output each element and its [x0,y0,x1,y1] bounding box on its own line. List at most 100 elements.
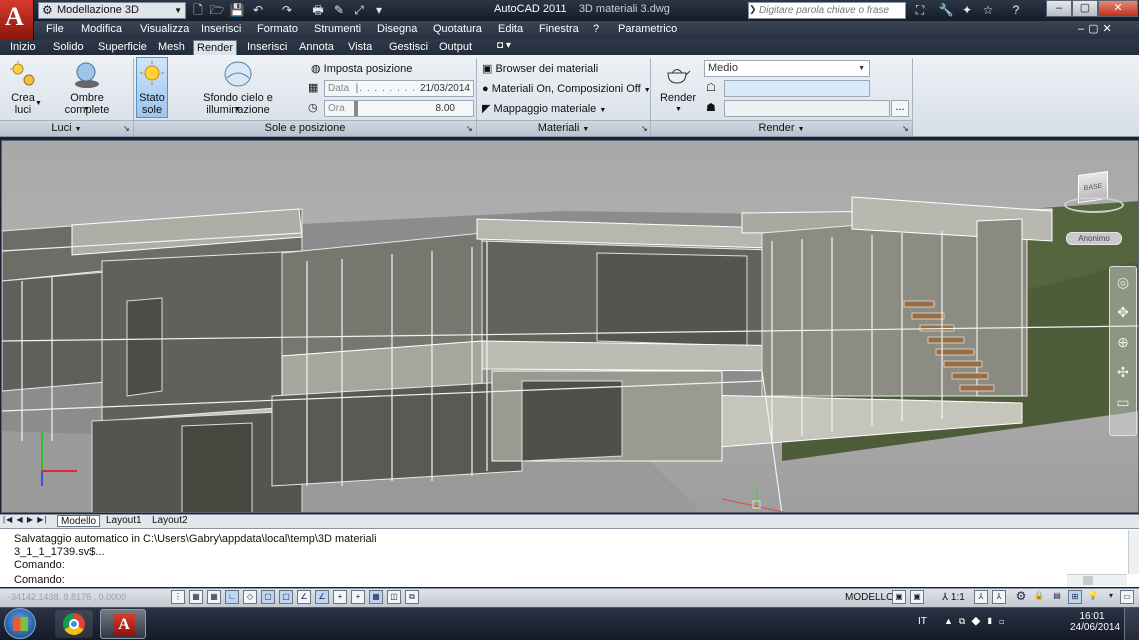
menu-file[interactable]: File [46,23,64,35]
customize-icon[interactable]: ▾ [371,2,387,18]
tab-modello[interactable]: Modello [57,515,101,527]
tab-inizio[interactable]: Inizio [7,40,39,55]
browse-button[interactable]: ... [891,100,909,117]
save-icon[interactable]: 💾 [229,2,245,18]
menu-edita[interactable]: Edita [498,23,523,35]
otrack-toggle-icon[interactable]: ▢ [279,590,293,604]
minimize-button[interactable]: – [1046,0,1072,17]
materials-browser-button[interactable]: ▣ Browser dei materiali [482,60,598,78]
navigation-bar[interactable]: ◎ ✥ ⊕ ✣ ▭ [1109,266,1137,436]
date-slider[interactable]: Data |. . . . . . . . . 21/03/2014 [324,80,474,97]
model-space-button[interactable]: MODELLO [845,592,894,603]
auto-scale-icon[interactable]: ⅄ [992,590,1006,604]
layout-nav-arrows[interactable]: |◀ ◀ ▶ ▶| [3,515,47,524]
help-icon[interactable]: ? [1006,1,1026,19]
annotation-visibility-icon[interactable]: ⅄ [974,590,988,604]
document-window-controls[interactable]: –▢✕ [1078,22,1116,35]
search-input[interactable]: ❯ Digitare parola chiave o frase [748,2,906,19]
system-tray-icons[interactable]: ▲⧉◆▮◻ [944,616,1010,627]
isolate-objects-icon[interactable]: ⊞ [1068,590,1082,604]
render-button[interactable]: Render [658,92,698,104]
menu-visualizza[interactable]: Visualizza [140,23,189,35]
status-options-icon[interactable]: ▾ [1104,590,1118,604]
time-slider-thumb[interactable] [354,101,358,116]
tab-layout2[interactable]: Layout2 [149,515,191,527]
hardware-accel-icon[interactable]: ▤ [1050,590,1064,604]
tab-render[interactable]: Render [193,40,238,55]
menu-finestra[interactable]: Finestra [539,23,579,35]
coordinate-readout[interactable]: -34142.1438, 9.8176 , 0.0000 [8,592,126,602]
tab-output[interactable]: Output [436,40,475,55]
menu-parametrico[interactable]: Parametrico [618,23,677,35]
binoculars-icon[interactable]: ⛶ [910,1,930,19]
quick-view-layouts-icon[interactable]: ▣ [892,590,906,604]
panel-sole-bar[interactable]: Sole e posizione [134,120,476,136]
sc-toggle-icon[interactable]: ◫ [387,590,401,604]
redo-icon[interactable]: ↷ [279,2,295,18]
tab-vista[interactable]: Vista [345,40,375,55]
workspace-switch-icon[interactable]: ⚙ [1014,590,1028,604]
satellite-icon[interactable]: ✦ [957,1,977,19]
lineweight-toggle-icon[interactable]: + [333,590,347,604]
start-button[interactable] [4,608,36,639]
taskbar-autocad[interactable]: A [100,609,146,639]
grid-toggle-icon[interactable]: ▦ [189,590,203,604]
tab-solido[interactable]: Solido [50,40,87,55]
command-scrollbar[interactable] [1128,530,1139,574]
panel-launcher-icon[interactable]: ↘ [466,124,473,133]
create-lights-button[interactable]: Crea luci [9,92,37,116]
menu-modifica[interactable]: Modifica [81,23,122,35]
annotation-scale[interactable]: ⅄ 1:1 [942,592,965,603]
command-prompt-input[interactable]: Comando: [14,574,1074,587]
render-quality-select[interactable]: Medio ▼ [704,60,870,77]
am-toggle-icon[interactable]: ⧉ [405,590,419,604]
time-slider[interactable]: Ora 8.00 [324,100,474,117]
ortho-toggle-icon[interactable]: ▦ [207,590,221,604]
panel-materiali-bar[interactable]: Materiali ▼ [477,120,650,136]
maximize-button[interactable]: ▢ [1072,0,1098,17]
taskbar-chrome[interactable] [55,610,93,638]
viewcube-compass-ring[interactable] [1064,197,1124,213]
material-mapping-button[interactable]: ◤ Mappaggio materiale ▼ [482,100,606,118]
application-menu-button[interactable]: A [0,0,34,40]
menu-inserisci[interactable]: Inserisci [201,23,241,35]
snap-toggle-icon[interactable]: ⋮ [171,590,185,604]
panel-launcher-icon[interactable]: ↘ [902,124,909,133]
panel-launcher-icon[interactable]: ↘ [123,124,130,133]
tab-layout1[interactable]: Layout1 [103,515,145,527]
transparency-toggle-icon[interactable]: + [351,590,365,604]
menu-disegna[interactable]: Disegna [377,23,417,35]
menu-help[interactable]: ? [593,23,599,35]
wrench-icon[interactable]: 🔧 [936,1,956,19]
show-desktop-button[interactable] [1124,608,1139,640]
plot-icon[interactable]: ⤢ [351,2,367,18]
tab-gestisci[interactable]: Gestisci [386,40,431,55]
workspace-dropdown[interactable]: ⚙ Modellazione 3D ▼ [38,2,186,19]
clock[interactable]: 16:01 24/06/2014 [1070,611,1120,633]
panel-luci-bar[interactable]: Luci ▼ [0,120,133,136]
language-indicator[interactable]: IT [918,616,927,627]
panel-launcher-icon[interactable]: ↘ [641,124,648,133]
ucs-menu-button[interactable]: Anonimo [1066,232,1122,245]
qp-toggle-icon[interactable]: ▦ [369,590,383,604]
lock-icon[interactable]: 🔒 [1032,590,1046,604]
drawing-viewport[interactable]: BASE Anonimo ◎ ✥ ⊕ ✣ ▭ [1,140,1139,513]
new-file-icon[interactable]: 🗋 [190,2,206,18]
tab-annota[interactable]: Annota [296,40,337,55]
set-location-button[interactable]: ◍ Imposta posizione [311,60,412,78]
viewcube[interactable]: BASE [1064,170,1124,213]
dyn-toggle-icon[interactable]: ∠ [315,590,329,604]
print-icon[interactable]: 🖶 [310,2,326,18]
ribbon-options-icon[interactable]: ◘ ▾ [497,40,511,51]
star-icon[interactable]: ☆ [978,1,998,19]
render-output-field[interactable] [724,80,870,97]
scrollbar-thumb[interactable] [1083,576,1093,585]
clean-screen-icon[interactable]: ▭ [1120,590,1134,604]
3d-osnap-toggle-icon[interactable]: ▢ [261,590,275,604]
menu-formato[interactable]: Formato [257,23,298,35]
close-button[interactable]: ✕ [1098,0,1138,17]
menu-quotatura[interactable]: Quotatura [433,23,482,35]
ducs-toggle-icon[interactable]: ∠ [297,590,311,604]
bulb-icon[interactable]: 💡 [1086,590,1100,604]
open-folder-icon[interactable]: 🗁 [209,2,225,18]
